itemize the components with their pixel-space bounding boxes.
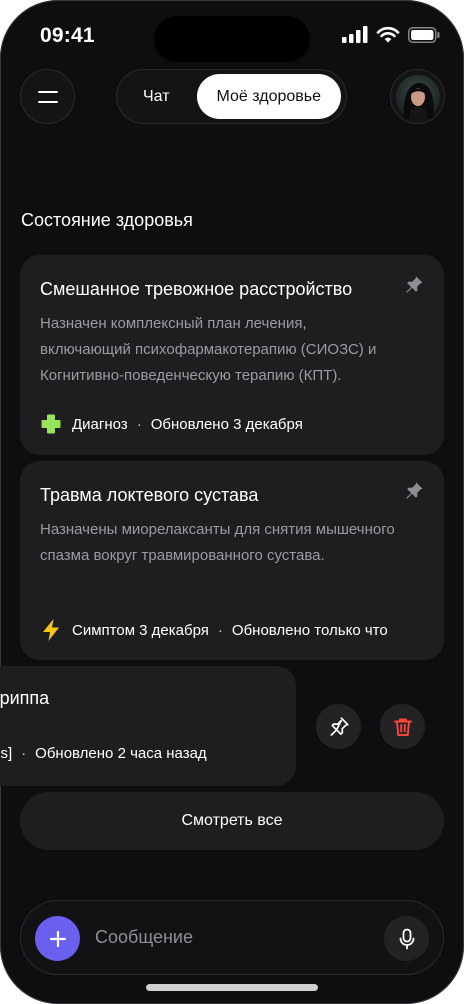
plus-icon — [40, 413, 62, 435]
home-indicator — [146, 984, 318, 991]
card-title: Травма локтевого сустава — [40, 485, 259, 505]
tab-switcher: Чат Моё здоровье — [116, 69, 347, 124]
see-all-button[interactable]: Смотреть все — [20, 792, 444, 850]
tab-chat[interactable]: Чат — [129, 70, 184, 123]
avatar[interactable] — [390, 69, 445, 124]
plus-icon — [49, 930, 66, 947]
tab-my-health[interactable]: Моё здоровье — [196, 74, 341, 119]
hamburger-icon — [37, 90, 58, 103]
card-meta: Диагноз · Обновлено 3 декабря — [40, 413, 303, 435]
battery-icon — [408, 26, 440, 43]
pin-icon[interactable] — [404, 275, 424, 300]
status-time: 09:41 — [40, 24, 95, 47]
card-meta: Симптом 3 декабря · Обновлено только что — [40, 618, 388, 642]
health-card[interactable]: Смешанное тревожное расстройство Назначе… — [20, 255, 444, 455]
card-type: Диагноз — [72, 415, 128, 433]
message-composer — [20, 900, 444, 975]
lightning-icon — [40, 618, 62, 642]
card-description: Назначены миорелаксанты для снятия мышеч… — [40, 521, 395, 564]
message-input[interactable] — [95, 927, 375, 948]
trash-icon — [393, 718, 412, 736]
delete-button[interactable] — [380, 704, 425, 749]
attach-button[interactable] — [35, 916, 80, 961]
card-updated: Обновлено только что — [231, 621, 388, 639]
card-title: гриппа — [0, 688, 50, 708]
voice-button[interactable] — [384, 916, 429, 961]
card-type: Симптом 3 декабря — [72, 621, 209, 639]
profile-photo-icon — [395, 74, 440, 119]
menu-button[interactable] — [20, 69, 75, 124]
signal-icon — [342, 26, 368, 43]
pin-icon[interactable] — [404, 481, 424, 506]
card-title: Смешанное тревожное расстройство — [40, 279, 353, 299]
pin-button[interactable] — [316, 704, 361, 749]
card-type: ss] — [0, 745, 13, 762]
pin-icon — [330, 716, 349, 736]
section-title: Состояние здоровья — [21, 210, 193, 230]
health-card[interactable]: Травма локтевого сустава Назначены миоре… — [20, 461, 444, 660]
status-icons — [342, 26, 440, 43]
dynamic-island — [154, 16, 310, 62]
card-updated: Обновлено 2 часа назад — [35, 745, 207, 762]
microphone-icon — [399, 928, 414, 949]
card-meta: ss] · Обновлено 2 часа назад — [0, 745, 207, 762]
health-card-swiped[interactable]: гриппа ss] · Обновлено 2 часа назад — [0, 666, 296, 786]
phone-screen: 09:41 Чат Моё здоровье Состояние здоровь… — [0, 0, 464, 1004]
wifi-icon — [376, 26, 400, 43]
card-description: Назначен комплексный план лечения, включ… — [40, 315, 377, 384]
card-updated: Обновлено 3 декабря — [150, 415, 303, 433]
